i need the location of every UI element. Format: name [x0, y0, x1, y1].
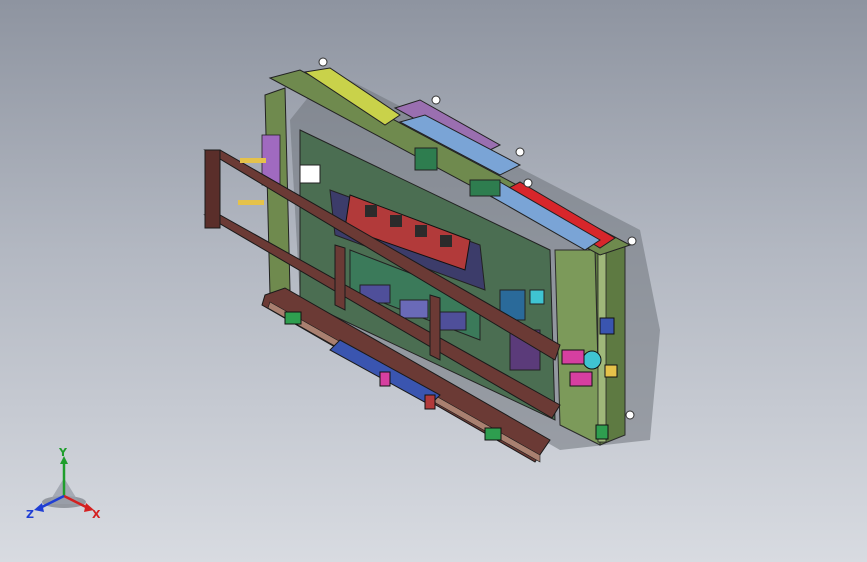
coordinate-triad-icon: Y X Z — [26, 446, 101, 521]
right-frame — [554, 244, 626, 446]
axis-y-label: Y — [58, 446, 68, 459]
cad-graphics-area[interactable]: Y X Z — [0, 0, 867, 562]
axis-x-label: X — [92, 508, 101, 521]
coordinate-triad: Y X Z — [24, 446, 106, 522]
axis-z-label: Z — [26, 508, 34, 521]
assembly-model[interactable] — [0, 0, 867, 562]
